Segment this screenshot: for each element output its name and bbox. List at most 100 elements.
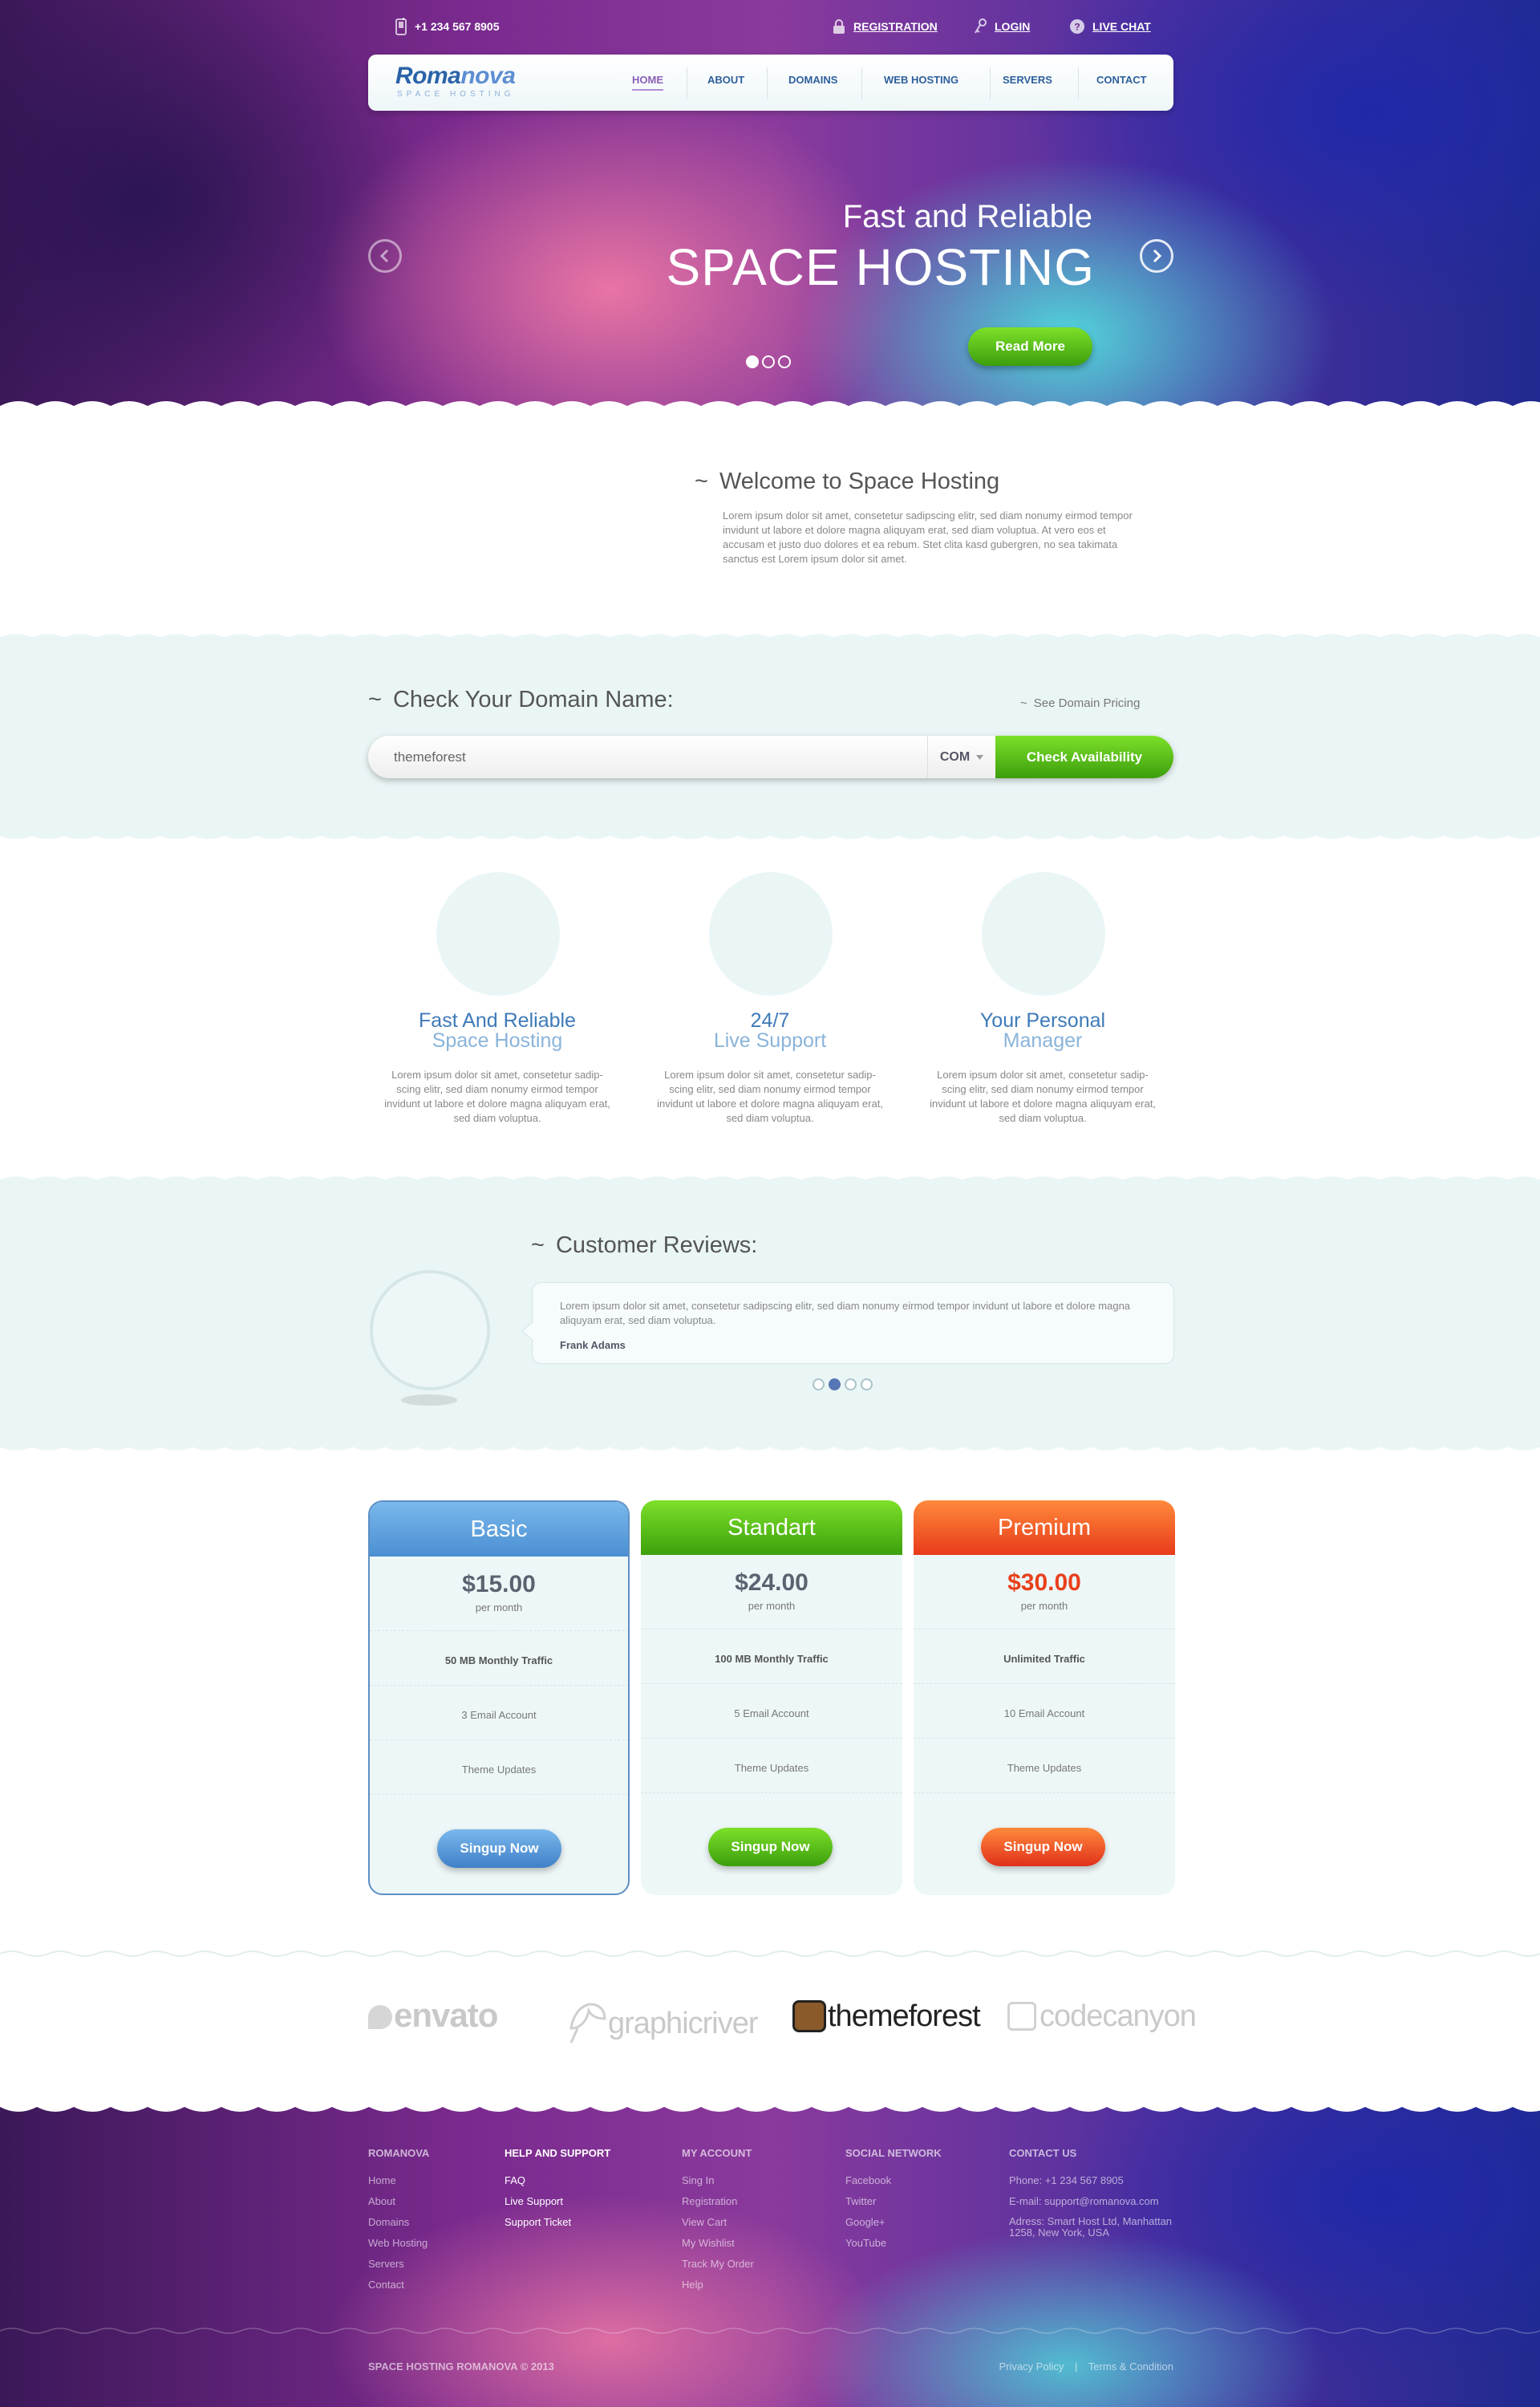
footer-link[interactable]: Web Hosting bbox=[368, 2237, 428, 2249]
footer-link[interactable]: Support Ticket bbox=[505, 2216, 571, 2228]
partner-name: themeforest bbox=[828, 1999, 981, 2033]
main-navbar: Romanova SPACE HOSTING HOME ABOUT DOMAIN… bbox=[368, 55, 1173, 111]
footer-link[interactable]: Home bbox=[368, 2174, 396, 2186]
plan-traffic: Unlimited Traffic bbox=[1003, 1653, 1085, 1665]
plan-updates: Theme Updates bbox=[461, 1764, 537, 1776]
footer-col-title: SOCIAL NETWORK bbox=[845, 2147, 942, 2159]
footer-link[interactable]: View Cart bbox=[682, 2216, 727, 2228]
partner-logo-codecanyon[interactable]: codecanyon bbox=[1007, 1999, 1197, 2034]
signup-button-premium[interactable]: Singup Now bbox=[981, 1828, 1105, 1866]
review-slide-dot[interactable] bbox=[845, 1378, 857, 1390]
footer-email[interactable]: E-mail: support@romanova.com bbox=[1009, 2195, 1159, 2207]
domain-pricing-label: See Domain Pricing bbox=[1033, 696, 1141, 710]
nav-web-hosting[interactable]: WEB HOSTING bbox=[884, 74, 958, 86]
privacy-policy-link[interactable]: Privacy Policy bbox=[999, 2360, 1064, 2372]
footer-link[interactable]: FAQ bbox=[505, 2174, 525, 2186]
footer-link[interactable]: Facebook bbox=[845, 2174, 891, 2186]
graphicriver-leaf-icon bbox=[569, 2003, 606, 2044]
nav-divider bbox=[1078, 67, 1079, 99]
themeforest-leaf-icon bbox=[792, 2000, 826, 2032]
tld-select[interactable]: COM bbox=[927, 736, 995, 778]
domain-wave-top bbox=[0, 634, 1540, 642]
hero-next-button[interactable] bbox=[1140, 239, 1173, 273]
footer-link[interactable]: About bbox=[368, 2195, 395, 2207]
terms-link[interactable]: Terms & Condition bbox=[1088, 2360, 1173, 2372]
partner-logo-graphicriver[interactable]: graphicriver bbox=[566, 1999, 759, 2046]
hero-slide-dot[interactable] bbox=[762, 355, 775, 368]
footer-link[interactable]: Registration bbox=[682, 2195, 737, 2207]
domain-heading: ~ Check Your Domain Name: bbox=[368, 687, 674, 712]
footer-link[interactable]: Live Support bbox=[505, 2195, 563, 2207]
footer-wave-edge bbox=[0, 2101, 1540, 2112]
partner-logo-envato[interactable]: envato bbox=[368, 1996, 498, 2035]
partner-logo-themeforest[interactable]: themeforest bbox=[792, 1999, 981, 2034]
live-chat-link[interactable]: ? LIVE CHAT bbox=[1070, 18, 1151, 35]
feature-text: Lorem ipsum dolor sit amet, consetetur s… bbox=[930, 1069, 1156, 1124]
feature-icon-circle bbox=[982, 872, 1105, 996]
footer-link[interactable]: Google+ bbox=[845, 2216, 886, 2228]
plan-divider bbox=[370, 1630, 628, 1631]
review-slide-dot[interactable] bbox=[813, 1378, 825, 1390]
footer-link[interactable]: Help bbox=[682, 2279, 703, 2291]
logo[interactable]: Romanova bbox=[395, 63, 516, 90]
registration-label: REGISTRATION bbox=[853, 20, 938, 33]
hero-slide-dot[interactable] bbox=[746, 355, 759, 368]
review-slide-dot[interactable] bbox=[829, 1378, 841, 1390]
domain-pricing-link[interactable]: ~ See Domain Pricing bbox=[1020, 696, 1140, 710]
key-icon bbox=[975, 18, 987, 34]
plan-email: 5 Email Account bbox=[734, 1707, 809, 1719]
footer-link[interactable]: Servers bbox=[368, 2258, 404, 2270]
footer-address: Adress: Smart Host Ltd, Manhattan 1258, … bbox=[1009, 2215, 1173, 2239]
nav-about[interactable]: ABOUT bbox=[707, 74, 744, 86]
plan-divider bbox=[641, 1738, 902, 1739]
hero-prev-button[interactable] bbox=[368, 239, 402, 273]
partner-name: envato bbox=[394, 1996, 498, 2034]
nav-contact[interactable]: CONTACT bbox=[1096, 74, 1147, 86]
nav-home[interactable]: HOME bbox=[632, 74, 663, 91]
live-chat-label: LIVE CHAT bbox=[1092, 20, 1151, 33]
footer-link[interactable]: Track My Order bbox=[682, 2258, 754, 2270]
review-slide-dot[interactable] bbox=[861, 1378, 873, 1390]
hero-slide-dot[interactable] bbox=[778, 355, 791, 368]
logo-tagline: SPACE HOSTING bbox=[397, 90, 515, 99]
plan-divider bbox=[641, 1683, 902, 1684]
feature-title-line1: 24/7 bbox=[750, 1009, 790, 1032]
pricing-card-standart: Standart $24.00 per month 100 MB Monthly… bbox=[641, 1500, 902, 1895]
domain-search-box: COM Check Availability bbox=[368, 736, 1173, 778]
signup-button-basic[interactable]: Singup Now bbox=[437, 1829, 561, 1868]
footer-link[interactable]: YouTube bbox=[845, 2237, 886, 2249]
hero-title: SPACE HOSTING bbox=[666, 238, 1095, 296]
login-link[interactable]: LOGIN bbox=[974, 18, 1030, 35]
domain-title: Check Your Domain Name: bbox=[392, 687, 674, 712]
footer-col-title: CONTACT US bbox=[1009, 2147, 1077, 2159]
svg-text:?: ? bbox=[1074, 22, 1080, 33]
hero-subtitle: Fast and Reliable bbox=[842, 199, 1092, 234]
plan-divider bbox=[641, 1629, 902, 1630]
read-more-button[interactable]: Read More bbox=[968, 327, 1092, 366]
footer-link[interactable]: Twitter bbox=[845, 2195, 876, 2207]
feature-text: Lorem ipsum dolor sit amet, consetetur s… bbox=[657, 1069, 883, 1124]
feature-title-line2: Live Support bbox=[713, 1029, 827, 1052]
feature-title-line1: Your Personal bbox=[979, 1009, 1106, 1032]
registration-link[interactable]: REGISTRATION bbox=[833, 18, 938, 35]
footer-link[interactable]: Contact bbox=[368, 2279, 404, 2291]
feature-title: Your Personal Manager bbox=[922, 1011, 1163, 1051]
footer-link[interactable]: My Wishlist bbox=[682, 2237, 735, 2249]
plan-email: 10 Email Account bbox=[1003, 1707, 1085, 1719]
check-availability-button[interactable]: Check Availability bbox=[995, 736, 1173, 778]
plan-name: Premium bbox=[914, 1500, 1175, 1555]
help-circle-icon: ? bbox=[1070, 19, 1084, 34]
chevron-down-icon bbox=[976, 754, 984, 760]
tld-value: COM bbox=[939, 749, 971, 764]
nav-servers[interactable]: SERVERS bbox=[1003, 74, 1052, 86]
feature-icon-circle bbox=[436, 872, 560, 996]
footer-link[interactable]: Sing In bbox=[682, 2174, 714, 2186]
signup-button-standart[interactable]: Singup Now bbox=[708, 1828, 833, 1866]
hero-banner: +1 234 567 8905 REGISTRATION LOGIN ? LIV… bbox=[0, 0, 1540, 411]
nav-divider bbox=[861, 67, 862, 99]
nav-domains[interactable]: DOMAINS bbox=[788, 74, 837, 86]
domain-search-input[interactable] bbox=[368, 736, 930, 778]
page: +1 234 567 8905 REGISTRATION LOGIN ? LIV… bbox=[0, 0, 1540, 2407]
footer-link[interactable]: Domains bbox=[368, 2216, 409, 2228]
footer: ROMANOVA Home About Domains Web Hosting … bbox=[0, 2101, 1540, 2407]
